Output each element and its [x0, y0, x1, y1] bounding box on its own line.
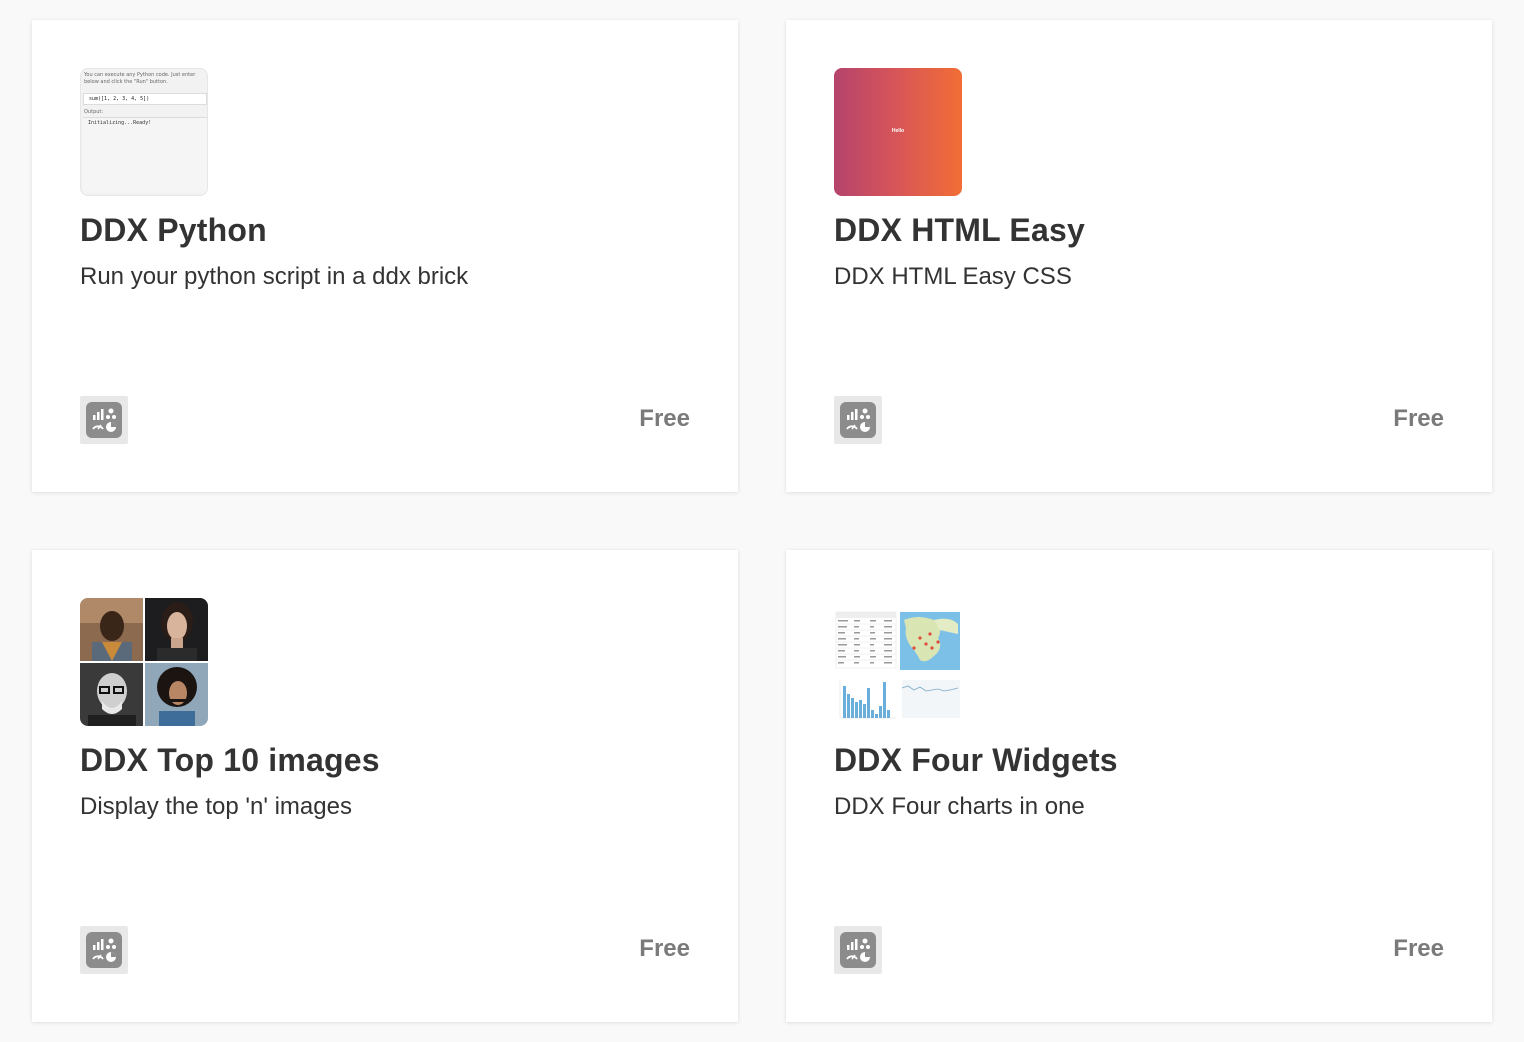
- map-widget-preview: [900, 612, 960, 670]
- price-label: Free: [639, 935, 690, 962]
- card-title[interactable]: DDX HTML Easy: [834, 212, 1085, 249]
- bar-widget-preview: [839, 680, 896, 719]
- portrait-image: [145, 598, 208, 661]
- python-hint-text: You can execute any Python code. Just en…: [84, 72, 196, 85]
- widgets-analytics-icon: [86, 932, 122, 968]
- line-widget-preview: [901, 680, 960, 718]
- card-description: Run your python script in a ddx brick: [80, 263, 469, 290]
- portrait-image: [145, 663, 208, 726]
- python-output-label: Output:: [84, 109, 104, 115]
- portrait-image: [80, 598, 143, 661]
- table-widget-preview: [835, 611, 897, 669]
- widgets-badge: [834, 926, 882, 974]
- html-easy-thumbnail: Hello: [834, 68, 962, 196]
- widgets-analytics-icon: [840, 402, 876, 438]
- four-widgets-thumbnail: [834, 598, 962, 726]
- price-label: Free: [1393, 935, 1444, 962]
- card-description: Display the top 'n' images: [80, 793, 352, 820]
- card-title[interactable]: DDX Python: [80, 212, 267, 249]
- brick-grid: You can execute any Python code. Just en…: [0, 0, 1524, 1042]
- brick-card-ddx-html-easy[interactable]: Hello DDX HTML Easy DDX HTML Easy CSS Fr…: [786, 20, 1492, 492]
- widgets-badge: [834, 396, 882, 444]
- top-images-thumbnail: [80, 598, 208, 726]
- widgets-badge: [80, 396, 128, 444]
- python-code-field: sum([1, 2, 3, 4, 5]): [83, 93, 207, 105]
- portrait-image: [80, 663, 143, 726]
- brick-card-ddx-top-10-images[interactable]: DDX Top 10 images Display the top 'n' im…: [32, 550, 738, 1022]
- widgets-analytics-icon: [840, 932, 876, 968]
- card-title[interactable]: DDX Four Widgets: [834, 742, 1118, 779]
- price-label: Free: [639, 405, 690, 432]
- widgets-badge: [80, 926, 128, 974]
- python-output-area: Initializing...Ready!: [83, 117, 207, 193]
- thumbnail-hello-text: Hello: [891, 128, 905, 134]
- price-label: Free: [1393, 405, 1444, 432]
- brick-card-ddx-four-widgets[interactable]: DDX Four Widgets DDX Four charts in one: [786, 550, 1492, 1022]
- card-title[interactable]: DDX Top 10 images: [80, 742, 380, 779]
- python-thumbnail: You can execute any Python code. Just en…: [80, 68, 208, 196]
- card-description: DDX Four charts in one: [834, 793, 1085, 820]
- card-description: DDX HTML Easy CSS: [834, 263, 1072, 290]
- brick-card-ddx-python[interactable]: You can execute any Python code. Just en…: [32, 20, 738, 492]
- widgets-analytics-icon: [86, 402, 122, 438]
